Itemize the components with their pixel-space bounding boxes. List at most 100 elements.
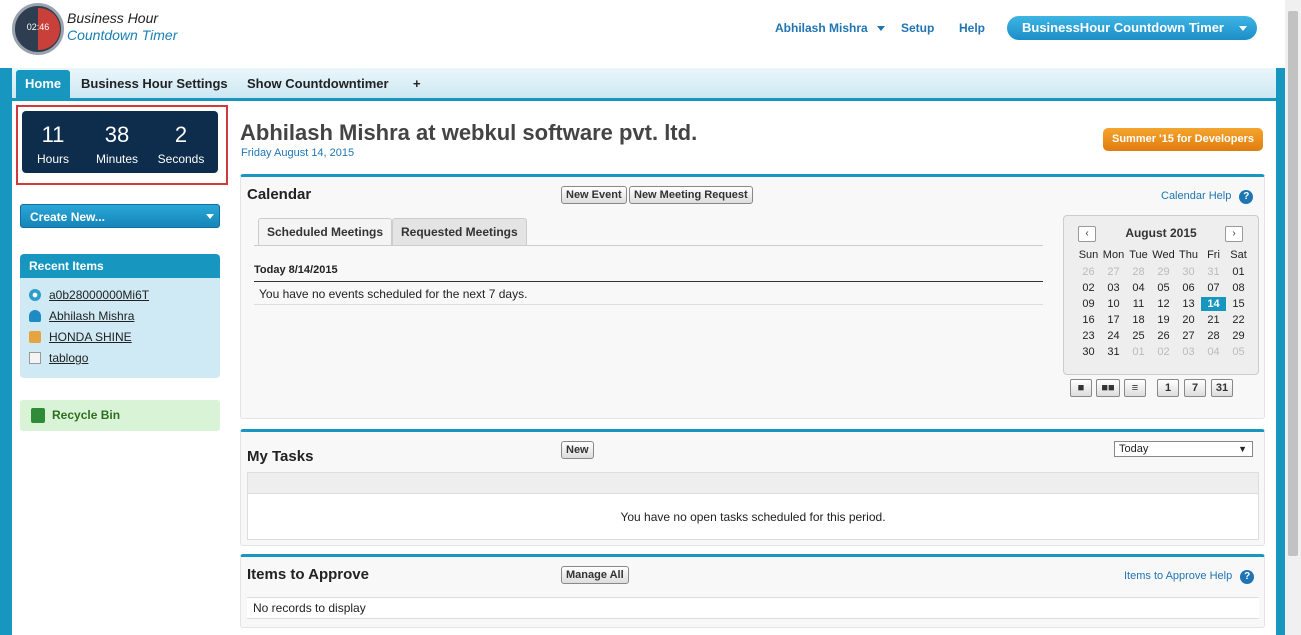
calendar-day[interactable]: 18	[1126, 313, 1151, 327]
user-menu-label: Abhilash Mishra	[775, 21, 868, 35]
calendar-day[interactable]: 27	[1101, 265, 1126, 279]
logo-time: 02:46	[26, 22, 50, 32]
weekday-header: Sat	[1230, 249, 1247, 261]
list-item[interactable]: a0b28000000Mi6T	[29, 288, 149, 302]
calendar-day[interactable]: 29	[1226, 329, 1251, 343]
calendar-title: Calendar	[247, 186, 312, 203]
calendar-day[interactable]: 10	[1101, 297, 1126, 311]
new-event-button[interactable]: New Event	[561, 186, 627, 204]
list-item[interactable]: HONDA SHINE	[29, 330, 132, 344]
weekday-header: Sun	[1078, 249, 1099, 261]
calendar-day[interactable]: 09	[1076, 297, 1101, 311]
calendar-day[interactable]: 07	[1201, 281, 1226, 295]
logo-title-line1: Business Hour	[67, 10, 159, 26]
no-events-message: You have no events scheduled for the nex…	[259, 287, 528, 301]
calendar-day[interactable]: 05	[1151, 281, 1176, 295]
weekday-header: Wed	[1152, 249, 1175, 261]
approvals-panel: Items to Approve Manage All Items to App…	[240, 554, 1265, 628]
list-item-label: tablogo	[49, 351, 89, 365]
tasks-panel: My Tasks New Today ▼ You have no open ta…	[240, 429, 1265, 546]
approvals-help-link[interactable]: Items to Approve Help?	[1124, 570, 1255, 584]
tab-home[interactable]: Home	[16, 70, 71, 98]
calendar-day[interactable]: 22	[1226, 313, 1251, 327]
new-task-button[interactable]: New	[561, 441, 594, 459]
calendar-day[interactable]: 04	[1126, 281, 1151, 295]
calendar-day[interactable]: 24	[1101, 329, 1126, 343]
calendar-day[interactable]: 28	[1201, 329, 1226, 343]
calendar-day[interactable]: 20	[1176, 313, 1201, 327]
list-item[interactable]: Abhilash Mishra	[29, 309, 134, 323]
calendar-day[interactable]: 01	[1226, 265, 1251, 279]
calendar-day[interactable]: 02	[1151, 345, 1176, 359]
calendar-day[interactable]: 13	[1176, 297, 1201, 311]
list-view-icon[interactable]: ≡	[1124, 379, 1146, 397]
help-icon: ?	[1240, 570, 1255, 584]
tab-add-plus-icon[interactable]: +	[413, 76, 421, 91]
single-user-view-icon[interactable]: ■	[1070, 379, 1092, 397]
day-view-button[interactable]: 1	[1157, 379, 1179, 397]
create-new-button[interactable]: Create New...	[20, 204, 220, 228]
calendar-day[interactable]: 15	[1226, 297, 1251, 311]
tab-requested-meetings[interactable]: Requested Meetings	[392, 218, 527, 246]
calendar-day[interactable]: 16	[1076, 313, 1101, 327]
calendar-day[interactable]: 31	[1101, 345, 1126, 359]
calendar-day[interactable]: 29	[1151, 265, 1176, 279]
recent-items-title: Recent Items	[20, 254, 220, 278]
calendar-day[interactable]: 30	[1076, 345, 1101, 359]
calendar-day[interactable]: 26	[1076, 265, 1101, 279]
calendar-day[interactable]: 28	[1126, 265, 1151, 279]
month-view-button[interactable]: 31	[1211, 379, 1233, 397]
recent-items-list: a0b28000000Mi6T Abhilash Mishra HONDA SH…	[20, 278, 220, 378]
app-menu-button[interactable]: BusinessHour Countdown Timer	[1007, 16, 1257, 40]
setup-link[interactable]: Setup	[901, 21, 934, 35]
clock-logo-icon: 02:46	[12, 3, 64, 55]
tasks-title: My Tasks	[247, 448, 314, 465]
calendar-day[interactable]: 05	[1226, 345, 1251, 359]
calendar-day[interactable]: 04	[1201, 345, 1226, 359]
help-icon: ?	[1239, 190, 1254, 204]
next-month-button[interactable]: ›	[1225, 226, 1243, 242]
no-tasks-message: You have no open tasks scheduled for thi…	[620, 510, 886, 524]
tab-scheduled-meetings[interactable]: Scheduled Meetings	[258, 218, 393, 246]
hours-value: 11	[41, 122, 65, 147]
summer-release-button[interactable]: Summer '15 for Developers	[1103, 128, 1263, 151]
tasks-table-header	[247, 472, 1259, 494]
vertical-scrollbar[interactable]	[1285, 0, 1301, 635]
calendar-day[interactable]: 17	[1101, 313, 1126, 327]
recycle-bin-link[interactable]: Recycle Bin	[20, 400, 220, 431]
calendar-day[interactable]: 08	[1226, 281, 1251, 295]
calendar-day[interactable]: 03	[1101, 281, 1126, 295]
calendar-day[interactable]: 21	[1201, 313, 1226, 327]
calendar-day[interactable]: 03	[1176, 345, 1201, 359]
manage-all-button[interactable]: Manage All	[561, 566, 629, 584]
seconds-value: 2	[174, 122, 188, 147]
help-link[interactable]: Help	[959, 21, 985, 35]
minutes-value: 38	[104, 122, 130, 147]
calendar-day[interactable]: 01	[1126, 345, 1151, 359]
weekday-header: Thu	[1179, 249, 1198, 261]
calendar-day[interactable]: 26	[1151, 329, 1176, 343]
minutes-label: Minutes	[95, 152, 139, 166]
calendar-day[interactable]: 11	[1126, 297, 1151, 311]
calendar-help-link[interactable]: Calendar Help?	[1161, 190, 1254, 204]
calendar-day[interactable]: 12	[1151, 297, 1176, 311]
tab-business-hour-settings[interactable]: Business Hour Settings	[81, 76, 228, 91]
calendar-day[interactable]: 30	[1176, 265, 1201, 279]
list-item[interactable]: tablogo	[29, 351, 88, 365]
calendar-day[interactable]: 27	[1176, 329, 1201, 343]
period-select[interactable]: Today ▼	[1114, 441, 1253, 457]
calendar-day[interactable]: 02	[1076, 281, 1101, 295]
page-title: Abhilash Mishra at webkul software pvt. …	[240, 120, 698, 145]
tab-show-countdowntimer[interactable]: Show Countdowntimer	[247, 76, 389, 91]
calendar-day[interactable]: 25	[1126, 329, 1151, 343]
multi-user-view-icon[interactable]: ■■	[1096, 379, 1120, 397]
calendar-day[interactable]: 06	[1176, 281, 1201, 295]
new-meeting-request-button[interactable]: New Meeting Request	[629, 186, 753, 204]
user-menu[interactable]: Abhilash Mishra	[775, 21, 886, 35]
calendar-day[interactable]: 23	[1076, 329, 1101, 343]
list-item-label: a0b28000000Mi6T	[49, 288, 150, 302]
calendar-day[interactable]: 19	[1151, 313, 1176, 327]
calendar-day[interactable]: 31	[1201, 265, 1226, 279]
calendar-day[interactable]: 14	[1201, 297, 1226, 311]
week-view-button[interactable]: 7	[1184, 379, 1206, 397]
